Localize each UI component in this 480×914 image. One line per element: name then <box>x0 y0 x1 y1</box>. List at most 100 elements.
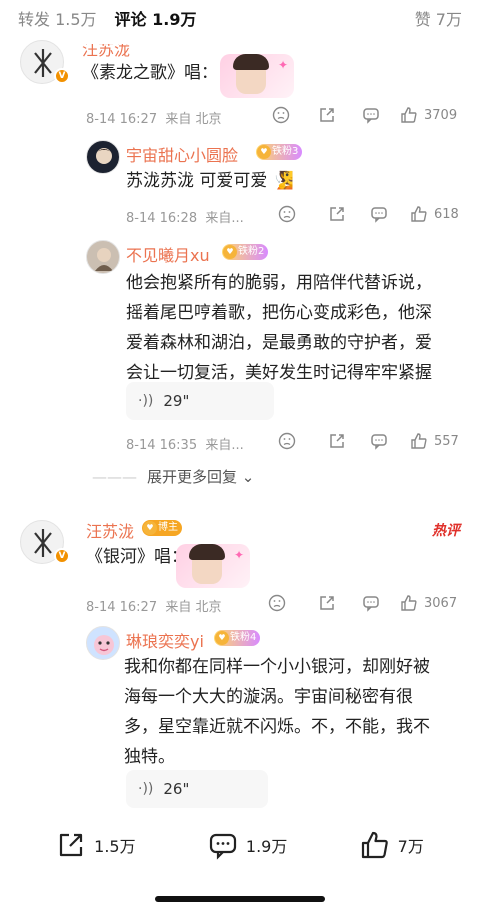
reply-text-line: 爱着森林和湖泊，是最勇敢的守护者，爱 <box>126 333 432 353</box>
dislike-button[interactable] <box>278 432 296 450</box>
reply-button[interactable] <box>370 205 388 223</box>
thumbs-up-icon <box>411 206 427 222</box>
voice-duration: 26" <box>163 780 190 798</box>
like-count: 3709 <box>424 107 458 123</box>
reply-meta: 8-14 16:35 来自... <box>126 434 244 453</box>
fan-badge: ♥ 铁粉4 <box>214 630 261 646</box>
comment-meta: 8-14 16:27 来自 北京 <box>86 108 222 127</box>
frown-icon <box>268 594 286 612</box>
dislike-button[interactable] <box>278 205 296 223</box>
avatar[interactable] <box>86 240 120 274</box>
location: 来自 北京 <box>165 112 222 127</box>
comment-button[interactable]: 1.9万 <box>208 830 287 860</box>
like-button[interactable]: 618 <box>410 205 459 223</box>
like-button[interactable]: 3067 <box>400 594 457 612</box>
blogger-badge: ♥ 博主 <box>142 520 182 536</box>
reply-text-line: 海每一个大大的漩涡。宇宙间秘密有很 <box>124 687 413 707</box>
hot-comment-tag: 热评 <box>432 523 460 539</box>
comment-text: 《素龙之歌》唱： <box>82 63 218 83</box>
verified-icon: V <box>54 68 70 84</box>
like-count: 557 <box>434 433 459 449</box>
timestamp: 8-14 16:27 <box>86 600 158 615</box>
comment-icon <box>371 207 387 223</box>
avatar-image-icon <box>94 148 114 164</box>
username[interactable]: 不见曦月xu <box>126 242 210 266</box>
comment-icon <box>371 434 387 450</box>
divider: ——— <box>92 468 137 486</box>
avatar-image-icon <box>94 635 114 655</box>
username[interactable]: 琳琅奕奕yi <box>126 628 204 652</box>
sticker-image: ✦ <box>220 54 294 98</box>
fan-badge: ♥ 铁粉3 <box>256 144 303 160</box>
tab-like[interactable]: 赞 7万 <box>415 6 462 30</box>
thumbs-up-icon <box>401 107 417 123</box>
timestamp: 8-14 16:27 <box>86 112 158 127</box>
reply-text-line: 独特。 <box>124 747 175 767</box>
expand-replies-link[interactable]: ——— 展开更多回复 ⌄ <box>92 466 254 487</box>
location: 来自... <box>205 438 244 453</box>
audio-wave-icon: ·)) <box>138 781 154 797</box>
like-button[interactable]: 3709 <box>400 106 457 124</box>
location: 来自... <box>205 211 244 226</box>
reply-text-line: 摇着尾巴哼着歌，把伤心变成彩色，他深 <box>126 303 432 323</box>
location: 来自 北京 <box>165 600 222 615</box>
tab-bar: 转发 1.5万 评论 1.9万 赞 7万 <box>0 0 480 36</box>
dislike-button[interactable] <box>272 106 290 124</box>
repost-button[interactable]: 1.5万 <box>56 830 136 860</box>
share-button[interactable] <box>318 106 336 124</box>
like-count: 3067 <box>424 595 458 611</box>
comment-icon <box>209 833 236 860</box>
comment-icon <box>363 108 379 124</box>
comment-count: 1.9万 <box>245 837 288 856</box>
reply-button[interactable] <box>362 594 380 612</box>
reply-text-line: 他会抱紧所有的脆弱，用陪伴代替诉说， <box>126 273 432 293</box>
avatar[interactable] <box>86 140 120 174</box>
comment-icon <box>363 596 379 612</box>
reply-meta: 8-14 16:28 来自... <box>126 207 244 226</box>
frown-icon <box>278 432 296 450</box>
share-icon <box>320 596 334 610</box>
share-button[interactable] <box>328 432 346 450</box>
frown-icon <box>272 106 290 124</box>
share-icon <box>60 833 83 857</box>
home-indicator[interactable] <box>155 896 325 902</box>
share-icon <box>330 207 344 221</box>
username[interactable]: 汪苏泷 <box>86 518 134 542</box>
share-button[interactable] <box>318 594 336 612</box>
like-button[interactable]: 557 <box>410 432 459 450</box>
dislike-button[interactable] <box>268 594 286 612</box>
bottom-action-bar: 1.5万 1.9万 7万 <box>0 810 480 880</box>
reply-button[interactable] <box>362 106 380 124</box>
timestamp: 8-14 16:35 <box>126 438 198 453</box>
frown-icon <box>278 205 296 223</box>
verified-icon: V <box>54 548 70 564</box>
repost-count: 1.5万 <box>94 837 136 856</box>
reply-text-line: 多，星空靠近就不闪烁。不，不能，我不 <box>124 717 430 737</box>
share-button[interactable] <box>328 205 346 223</box>
comment-text: 《银河》唱： <box>86 547 188 567</box>
like-count: 7万 <box>397 837 424 856</box>
reply-text-line: 我和你都在同样一个小小银河，却刚好被 <box>124 657 430 677</box>
fan-badge: ♥ 铁粉2 <box>222 244 269 260</box>
share-icon <box>320 108 334 122</box>
username[interactable]: 宇宙甜心小圆脸 <box>126 142 238 166</box>
thumbs-up-icon <box>411 433 427 449</box>
like-button[interactable]: 7万 <box>360 830 424 860</box>
reply-button[interactable] <box>370 432 388 450</box>
share-icon <box>330 434 344 448</box>
voice-duration: 29" <box>163 392 190 410</box>
tab-comment[interactable]: 评论 1.9万 <box>115 6 197 30</box>
voice-message[interactable]: ·)) 29" <box>126 382 274 420</box>
avatar-image-icon <box>95 248 113 271</box>
audio-wave-icon: ·)) <box>138 393 154 409</box>
tab-repost[interactable]: 转发 1.5万 <box>18 6 97 30</box>
thumbs-up-icon <box>401 595 417 611</box>
sticker-image: ✦ <box>176 544 250 588</box>
avatar[interactable] <box>86 626 120 660</box>
comment-meta: 8-14 16:27 来自 北京 <box>86 596 222 615</box>
username[interactable]: 汪苏泷 <box>82 44 130 60</box>
voice-message[interactable]: ·)) 26" <box>126 770 268 808</box>
timestamp: 8-14 16:28 <box>126 211 198 226</box>
reply-text: 苏泷苏泷 可爱可爱 🧏 <box>126 171 294 191</box>
chevron-down-icon: ⌄ <box>241 468 255 486</box>
